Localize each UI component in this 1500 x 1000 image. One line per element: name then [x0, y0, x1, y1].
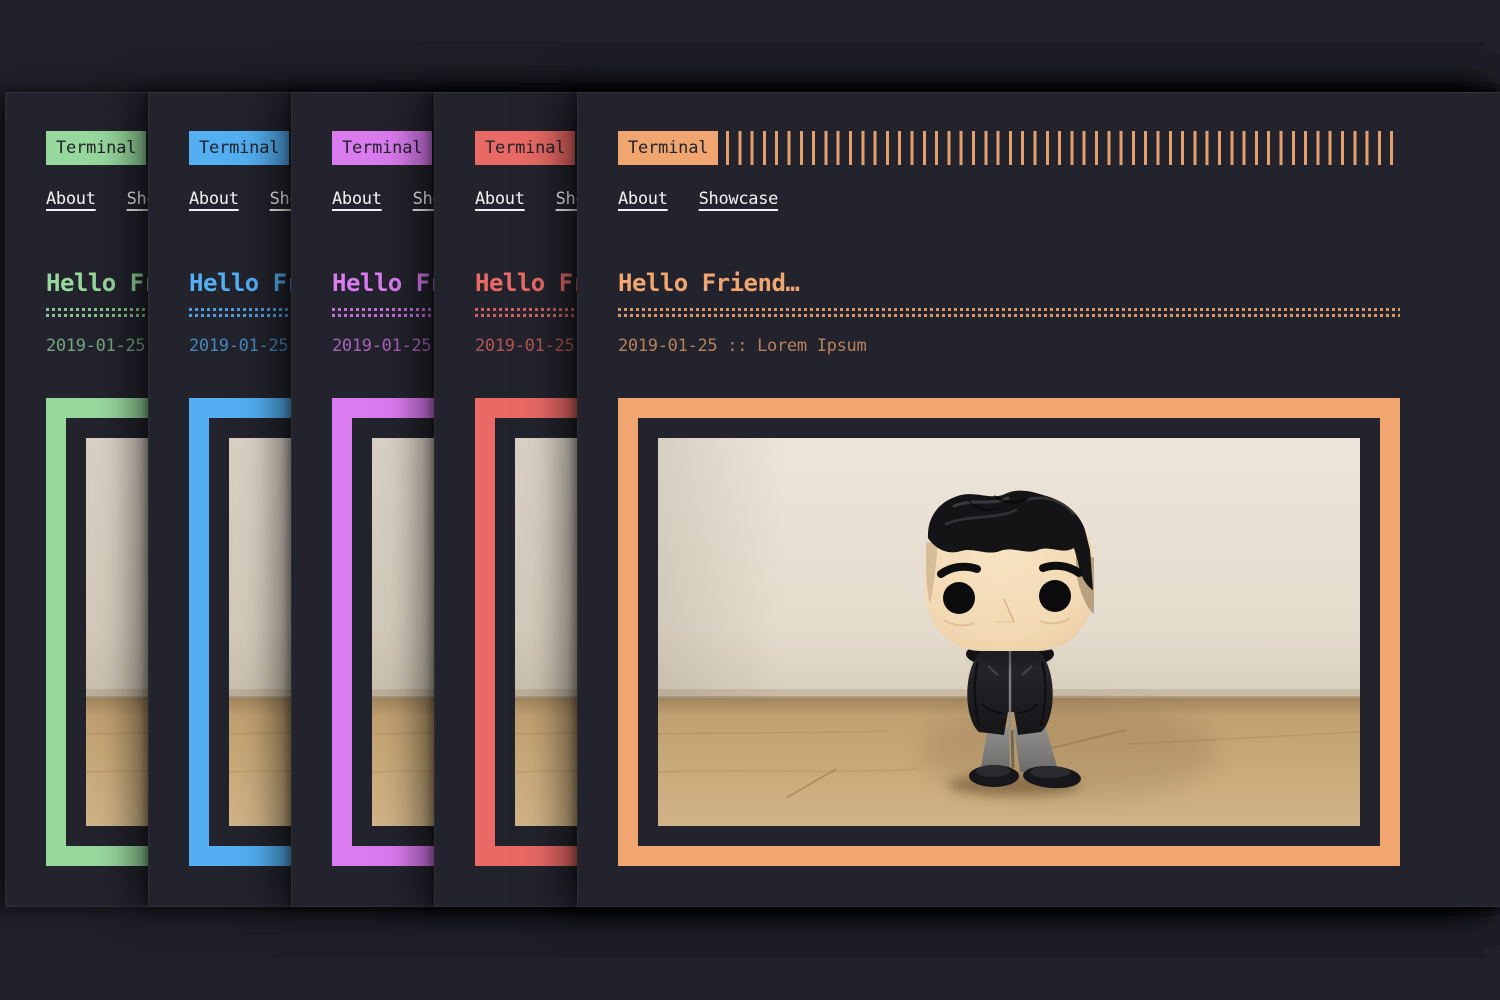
terminal-logo-badge[interactable]: Terminal	[475, 131, 575, 165]
post-date: 2019-01-25	[618, 336, 717, 356]
post-meta: 2019-01-25 :: Lorem Ipsum	[618, 336, 1400, 356]
nav-link-about[interactable]: About	[618, 189, 668, 209]
post-area: Hello Friend… 2019-01-25 :: Lorem Ipsum	[618, 271, 1400, 866]
dotted-divider	[618, 308, 1400, 317]
nav-link-about[interactable]: About	[332, 189, 382, 209]
header-bars-decoration	[726, 131, 1400, 165]
terminal-logo-badge[interactable]: Terminal	[189, 131, 289, 165]
theme-panel-orange: Terminal About Showcase Hello Friend… 20…	[577, 92, 1500, 907]
showcase-stage: Terminal About Showcase Hello Friend… 20…	[0, 0, 1500, 1000]
nav-link-about[interactable]: About	[46, 189, 96, 209]
post-date: 2019-01-25	[332, 336, 431, 356]
nav-link-about[interactable]: About	[189, 189, 239, 209]
terminal-logo-badge[interactable]: Terminal	[332, 131, 432, 165]
panel-content: Terminal About Showcase Hello Friend… 20…	[618, 131, 1400, 866]
funko-figure-photo	[658, 438, 1360, 826]
terminal-logo-badge[interactable]: Terminal	[46, 131, 146, 165]
post-date: 2019-01-25	[46, 336, 145, 356]
terminal-logo-badge[interactable]: Terminal	[618, 131, 718, 165]
nav-link-showcase[interactable]: Showcase	[699, 189, 778, 209]
post-date: 2019-01-25	[475, 336, 574, 356]
post-image-frame	[618, 398, 1400, 866]
meta-separator: ::	[727, 336, 747, 356]
site-nav: About Showcase	[618, 189, 1400, 209]
post-title: Hello Friend…	[618, 271, 1400, 295]
site-header: Terminal About Showcase	[618, 131, 1400, 209]
post-date: 2019-01-25	[189, 336, 288, 356]
logo-row: Terminal	[618, 131, 1400, 165]
nav-link-about[interactable]: About	[475, 189, 525, 209]
post-category: Lorem Ipsum	[757, 336, 866, 356]
